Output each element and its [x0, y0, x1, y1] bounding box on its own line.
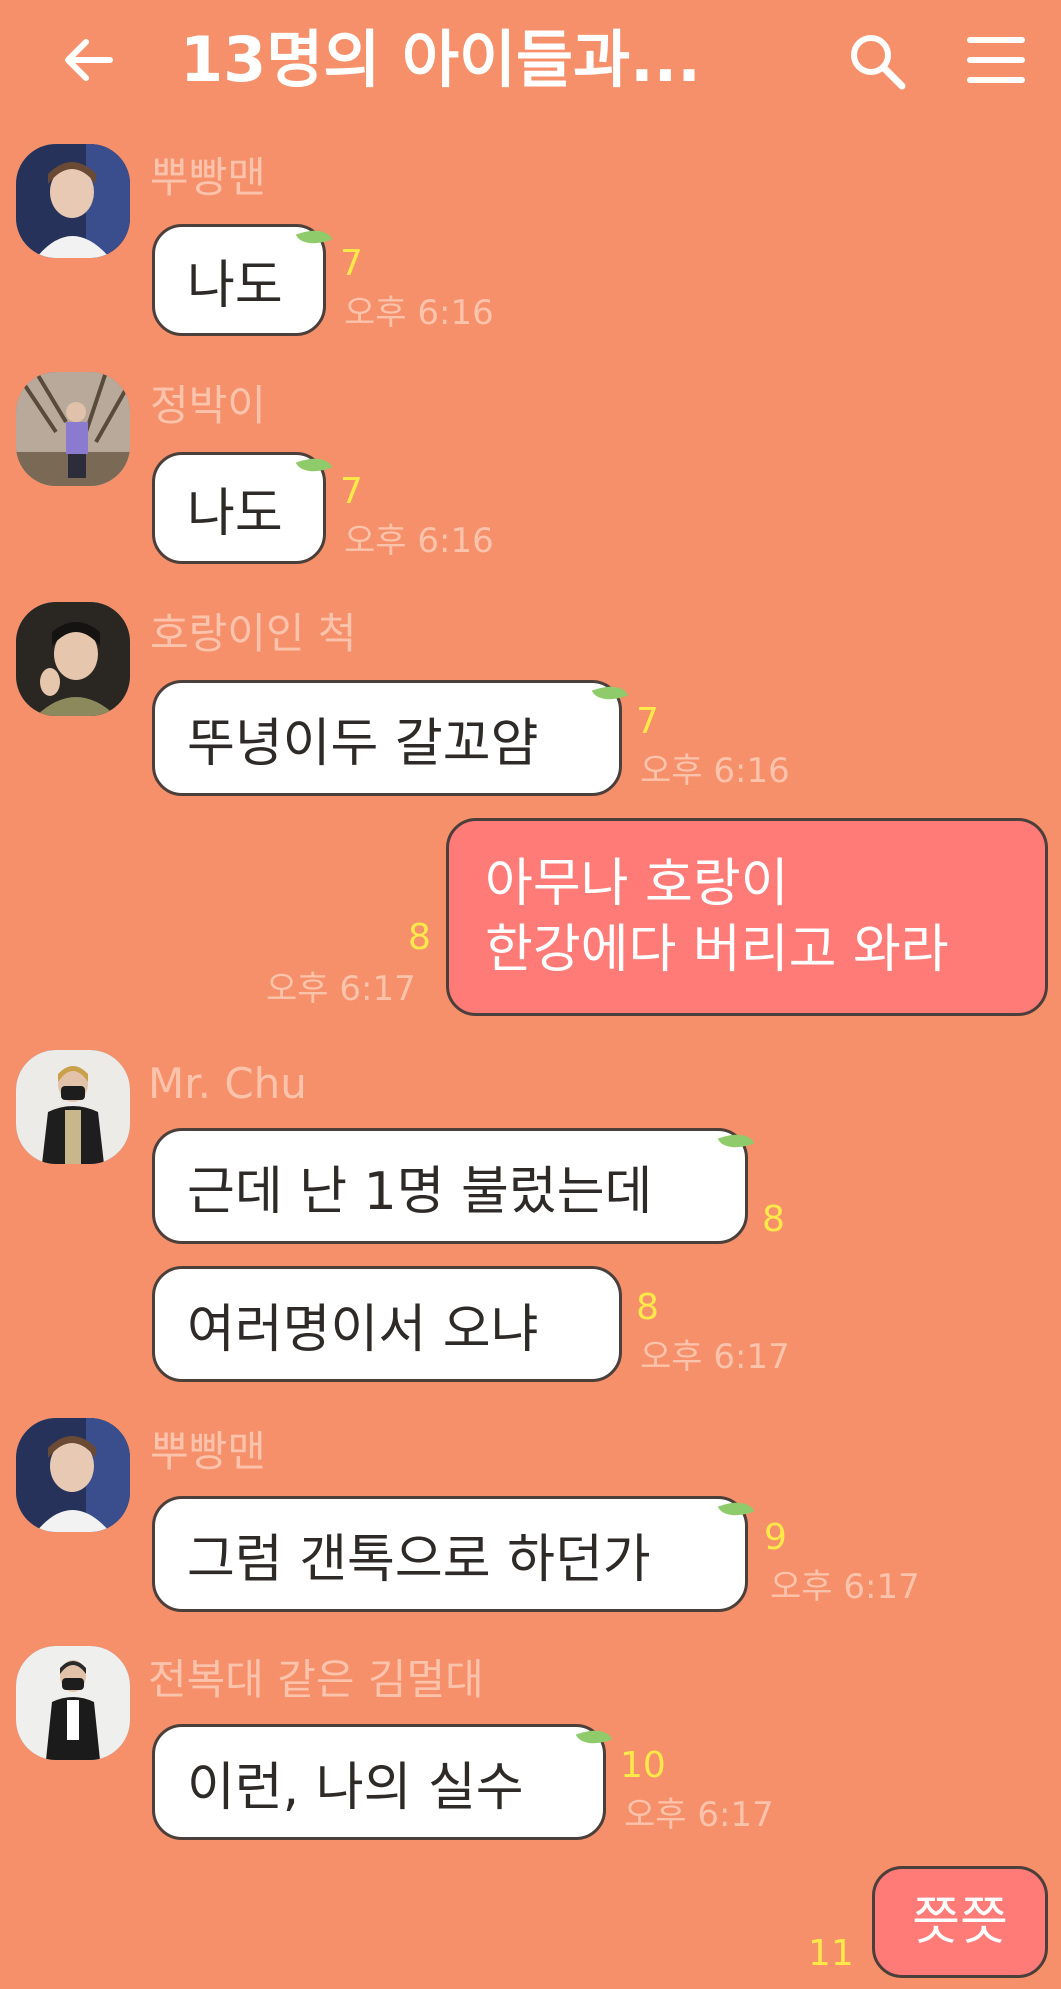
my-message-bubble[interactable]: 쯧쯧 [872, 1866, 1048, 1978]
unread-count: 8 [408, 917, 431, 958]
message-bubble[interactable]: 나도 [152, 224, 326, 336]
profile-photo [16, 1646, 130, 1760]
sender-name: Mr. Chu [148, 1059, 307, 1108]
message-bubble[interactable]: 그럼 갠톡으로 하던가 [152, 1496, 748, 1612]
sender-name: 호랑이인 척 [150, 609, 357, 658]
message-bubble[interactable]: 여러명이서 오냐 [152, 1266, 622, 1382]
unread-count: 7 [636, 701, 659, 742]
avatar[interactable] [16, 1646, 130, 1760]
unread-count: 7 [340, 243, 363, 284]
message-time: 오후 6:17 [640, 1337, 790, 1377]
message-bubble[interactable]: 나도 [152, 452, 326, 564]
my-message-bubble[interactable]: 아무나 호랑이 한강에다 버리고 와라 [446, 818, 1048, 1016]
message-line: 아무나 호랑이 [485, 854, 789, 914]
search-icon [851, 35, 906, 90]
hamburger-menu-icon [967, 37, 1025, 83]
unread-count: 10 [620, 1745, 666, 1786]
menu-button[interactable] [966, 32, 1026, 88]
profile-photo [16, 1050, 130, 1164]
unread-count: 8 [636, 1287, 659, 1328]
back-button[interactable] [58, 30, 118, 90]
avatar[interactable] [16, 1050, 130, 1164]
unread-count: 9 [764, 1517, 787, 1558]
sender-name: 정박이 [150, 381, 266, 430]
profile-photo [16, 602, 130, 716]
sender-name: 전복대 같은 김멀대 [148, 1655, 484, 1704]
avatar[interactable] [16, 144, 130, 258]
avatar[interactable] [16, 372, 130, 486]
arrow-left-icon [65, 39, 113, 81]
chat-room-title: 13명의 아이들과... [180, 23, 701, 96]
message-bubble[interactable]: 이런, 나의 실수 [152, 1724, 606, 1840]
avatar[interactable] [16, 1418, 130, 1532]
sender-name: 뿌빵맨 [150, 1427, 266, 1476]
message-line: 한강에다 버리고 와라 [485, 920, 949, 980]
chat-header: 13명의 아이들과... [0, 0, 1061, 122]
search-button[interactable] [846, 30, 908, 92]
profile-photo [16, 372, 130, 486]
message-bubble[interactable]: 뚜녕이두 갈꼬얌 [152, 680, 622, 796]
message-time: 오후 6:17 [624, 1795, 774, 1835]
message-time: 오후 6:16 [344, 293, 494, 333]
unread-count: 7 [340, 471, 363, 512]
unread-count: 11 [808, 1933, 854, 1974]
avatar[interactable] [16, 602, 130, 716]
message-line: 쯧쯧 [912, 1892, 1008, 1952]
profile-photo [16, 1418, 130, 1532]
message-time: 오후 6:17 [266, 969, 416, 1009]
message-time: 오후 6:16 [640, 751, 790, 791]
profile-photo [16, 144, 130, 258]
unread-count: 8 [762, 1199, 785, 1240]
message-time: 오후 6:17 [770, 1567, 920, 1607]
message-time: 오후 6:16 [344, 521, 494, 561]
sender-name: 뿌빵맨 [150, 153, 266, 202]
message-bubble[interactable]: 근데 난 1명 불렀는데 [152, 1128, 748, 1244]
